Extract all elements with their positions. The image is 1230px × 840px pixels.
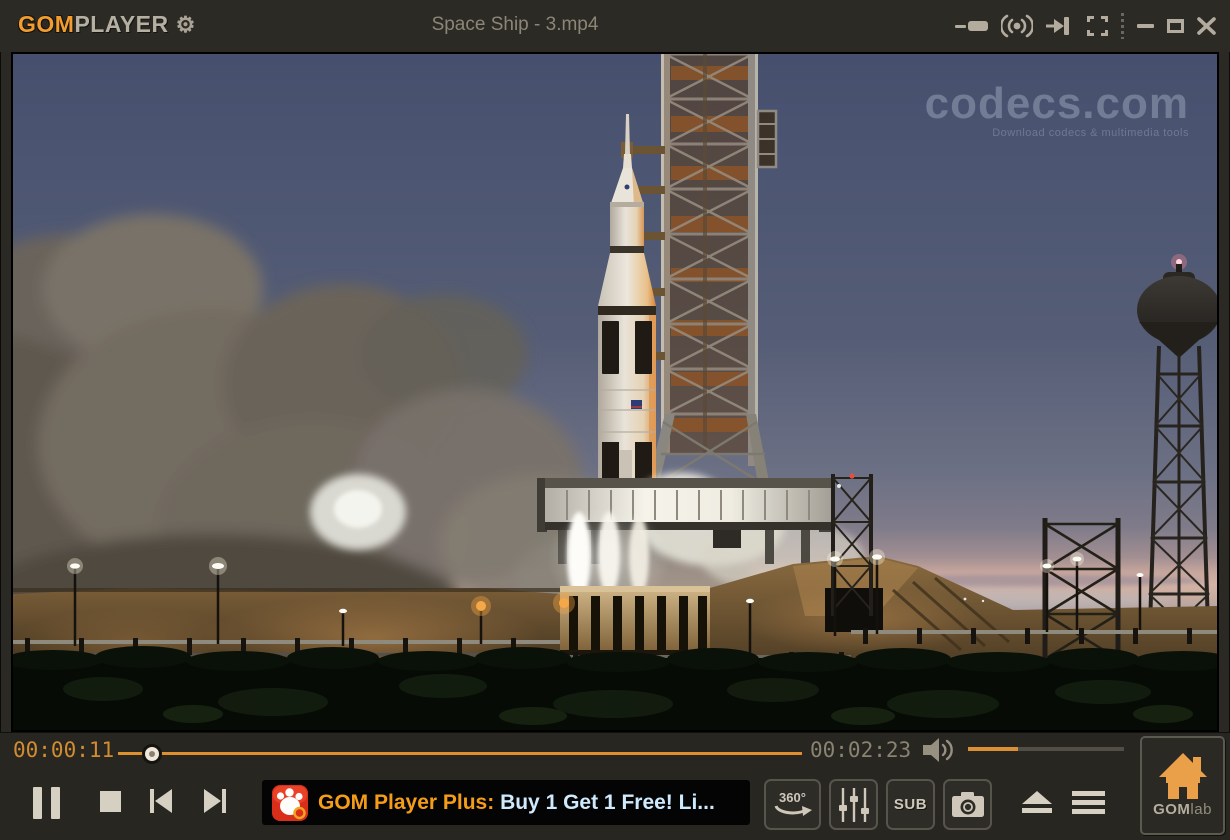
previous-button[interactable] [150, 789, 172, 813]
panel-toggle-icon[interactable] [955, 11, 988, 41]
maximize-icon[interactable] [1167, 11, 1184, 41]
gomlab-label-gom: GOM [1153, 801, 1190, 818]
fullscreen-icon[interactable] [1087, 11, 1108, 41]
video-display[interactable]: codecs.com Download codecs & multimedia … [13, 54, 1217, 730]
speaker-icon[interactable] [922, 737, 954, 763]
gom-player-window: GOMPLAYER ⚙ Space Ship - 3.mp4 [0, 0, 1230, 840]
window-title: Space Ship - 3.mp4 [80, 14, 950, 36]
logo-gom: GOM [18, 11, 74, 37]
pause-button[interactable] [28, 785, 64, 821]
duration: 00:02:23 [810, 738, 911, 762]
close-icon[interactable] [1197, 11, 1216, 41]
sound-effect-icon[interactable] [1001, 11, 1033, 41]
control-bar: 00:00:11 00:02:23 GOM Player Plus: Buy [0, 732, 1230, 840]
equalizer-button[interactable] [829, 779, 878, 830]
gomlab-house-icon [1157, 753, 1209, 799]
view-360-label: 360° [779, 792, 806, 804]
minimize-icon[interactable] [1137, 11, 1154, 41]
seek-track[interactable] [118, 752, 802, 755]
ad-brand: GOM Player Plus: [318, 791, 494, 814]
gom-plus-icon [272, 785, 308, 821]
seek-knob[interactable] [142, 744, 162, 764]
equalizer-icon [837, 787, 871, 823]
titlebar[interactable]: GOMPLAYER ⚙ Space Ship - 3.mp4 [0, 0, 1230, 52]
flame-trench-wall [560, 586, 710, 660]
ad-banner[interactable]: GOM Player Plus: Buy 1 Get 1 Free! Li... [262, 780, 750, 825]
stop-button[interactable] [100, 791, 121, 812]
subtitles-label: SUB [894, 796, 927, 813]
gomlab-label-lab: lab [1190, 801, 1212, 818]
current-time: 00:00:11 [13, 738, 114, 762]
pin-icon[interactable] [1046, 11, 1074, 41]
smoke-highlight [310, 474, 406, 550]
view-360-button[interactable]: 360° [764, 779, 821, 830]
gomlab-label: GOMlab [1153, 801, 1212, 818]
rocket-launch-scene [13, 54, 1217, 730]
volume-bar[interactable] [968, 747, 1124, 751]
window-separator [1121, 11, 1124, 41]
gomlab-button[interactable]: GOMlab [1140, 736, 1225, 835]
camera-icon [951, 791, 985, 819]
eject-button[interactable] [1022, 791, 1052, 813]
menu-button[interactable] [1072, 791, 1105, 814]
ad-message: Buy 1 Get 1 Free! Li... [494, 791, 715, 814]
ad-text: GOM Player Plus: Buy 1 Get 1 Free! Li... [318, 791, 715, 815]
snapshot-button[interactable] [943, 779, 992, 830]
video-frame: codecs.com Download codecs & multimedia … [11, 52, 1219, 732]
rotate-arrows-icon [772, 804, 814, 820]
subtitles-button[interactable]: SUB [886, 779, 935, 830]
treeline [13, 646, 1217, 730]
seek-bar[interactable] [118, 743, 802, 765]
volume-fill[interactable] [968, 747, 1018, 751]
next-button[interactable] [204, 789, 226, 813]
